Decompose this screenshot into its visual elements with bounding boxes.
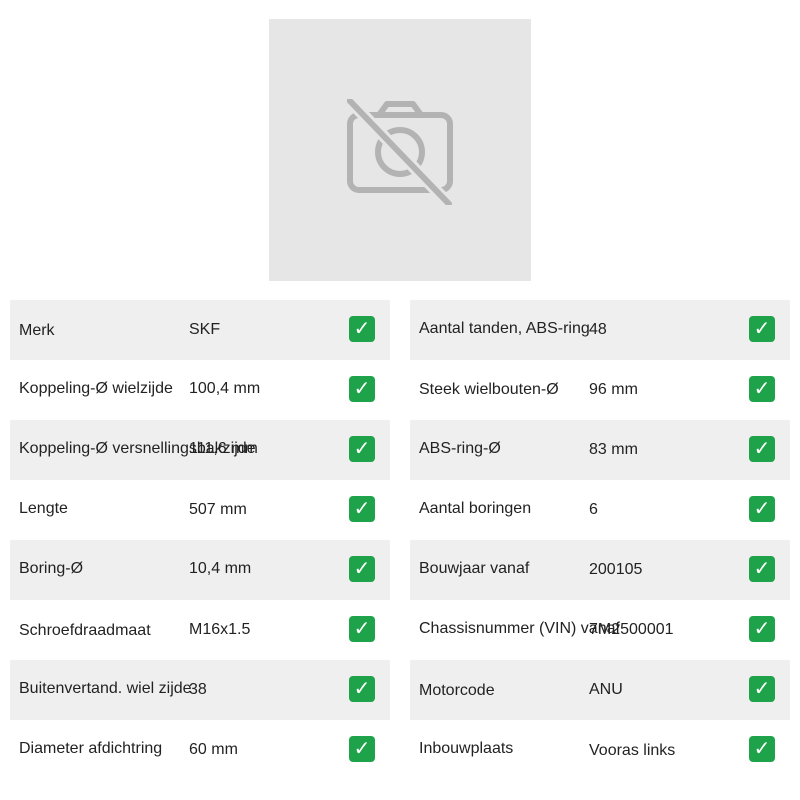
spec-label: Diameter afdichtring: [19, 740, 163, 757]
spec-row-bouwjaar: Bouwjaar vanaf 200105 ✓: [410, 540, 790, 600]
spec-label: Motorcode: [419, 682, 495, 699]
spec-label: Lengte: [19, 500, 68, 517]
spec-row-steek-wielbouten: Steek wielbouten-Ø 96 mm ✓: [410, 360, 790, 420]
spec-row-lengte: Lengte 507 mm ✓: [10, 480, 390, 540]
spec-value: 200105: [589, 561, 643, 578]
spec-label: Aantal tanden, ABS-ring: [419, 320, 590, 337]
spec-row-koppeling-wielzijde: Koppeling-Ø wielzijde 100,4 mm ✓: [10, 360, 390, 420]
spec-label: Inbouwplaats: [419, 740, 514, 757]
check-icon: ✓: [749, 496, 775, 522]
spec-value: Vooras links: [589, 742, 676, 759]
check-icon: ✓: [349, 316, 375, 342]
spec-label: Aantal boringen: [419, 500, 532, 517]
spec-row-aantal-tanden: Aantal tanden, ABS-ring 48 ✓: [410, 300, 790, 360]
check-icon: ✓: [349, 436, 375, 462]
check-icon: ✓: [749, 436, 775, 462]
spec-row-buitenvertand: Buitenvertand. wiel zijde 38 ✓: [10, 660, 390, 720]
spec-label: Merk: [19, 322, 55, 339]
check-icon: ✓: [349, 616, 375, 642]
check-icon: ✓: [749, 316, 775, 342]
spec-value: 507 mm: [189, 501, 247, 518]
spec-row-inbouwplaats: Inbouwplaats Vooras links ✓: [410, 720, 790, 780]
spec-table-left: Merk SKF ✓ Koppeling-Ø wielzijde 100,4 m…: [10, 300, 390, 780]
spec-row-koppeling-versnellingsbakzijde: Koppeling-Ø versnellingsbakzijde 111,6 m…: [10, 420, 390, 480]
spec-row-motorcode: Motorcode ANU ✓: [410, 660, 790, 720]
spec-value: ANU: [589, 681, 623, 698]
spec-value: 10,4 mm: [189, 560, 252, 577]
spec-row-merk: Merk SKF ✓: [10, 300, 390, 360]
spec-label: ABS-ring-Ø: [419, 440, 501, 457]
spec-label: Buitenvertand. wiel zijde: [19, 680, 192, 697]
spec-value: 38: [189, 681, 207, 698]
check-icon: ✓: [349, 556, 375, 582]
spec-value: 60 mm: [189, 741, 238, 758]
check-icon: ✓: [349, 736, 375, 762]
spec-value: 6: [589, 501, 598, 518]
spec-label: Steek wielbouten-Ø: [419, 381, 559, 398]
no-photo-icon: [347, 99, 453, 205]
check-icon: ✓: [749, 556, 775, 582]
spec-value: M16x1.5: [189, 621, 251, 638]
spec-value: 7M2500001: [589, 621, 674, 638]
spec-label: Schroefdraadmaat: [19, 622, 151, 639]
spec-row-diameter-afdichtring: Diameter afdichtring 60 mm ✓: [10, 720, 390, 780]
spec-row-aantal-boringen: Aantal boringen 6 ✓: [410, 480, 790, 540]
spec-label: Koppeling-Ø wielzijde: [19, 380, 173, 397]
spec-table-right: Aantal tanden, ABS-ring 48 ✓ Steek wielb…: [410, 300, 790, 780]
spec-label: Boring-Ø: [19, 560, 84, 577]
spec-value: 100,4 mm: [189, 380, 261, 397]
spec-value: SKF: [189, 321, 221, 338]
check-icon: ✓: [349, 676, 375, 702]
spec-value: 111,6 mm: [189, 440, 258, 457]
check-icon: ✓: [749, 736, 775, 762]
spec-value: 83 mm: [589, 441, 638, 458]
spec-value: 96 mm: [589, 381, 638, 398]
spec-row-abs-ring: ABS-ring-Ø 83 mm ✓: [410, 420, 790, 480]
spec-label: Bouwjaar vanaf: [419, 560, 530, 577]
spec-row-chassisnummer: Chassisnummer (VIN) vanaf 7M2500001 ✓: [410, 600, 790, 660]
spec-row-boring: Boring-Ø 10,4 mm ✓: [10, 540, 390, 600]
check-icon: ✓: [749, 616, 775, 642]
spec-value: 48: [589, 321, 607, 338]
check-icon: ✓: [349, 496, 375, 522]
check-icon: ✓: [349, 376, 375, 402]
check-icon: ✓: [749, 676, 775, 702]
check-icon: ✓: [749, 376, 775, 402]
product-image-placeholder: [269, 19, 531, 281]
spec-row-schroefdraadmaat: Schroefdraadmaat M16x1.5 ✓: [10, 600, 390, 660]
